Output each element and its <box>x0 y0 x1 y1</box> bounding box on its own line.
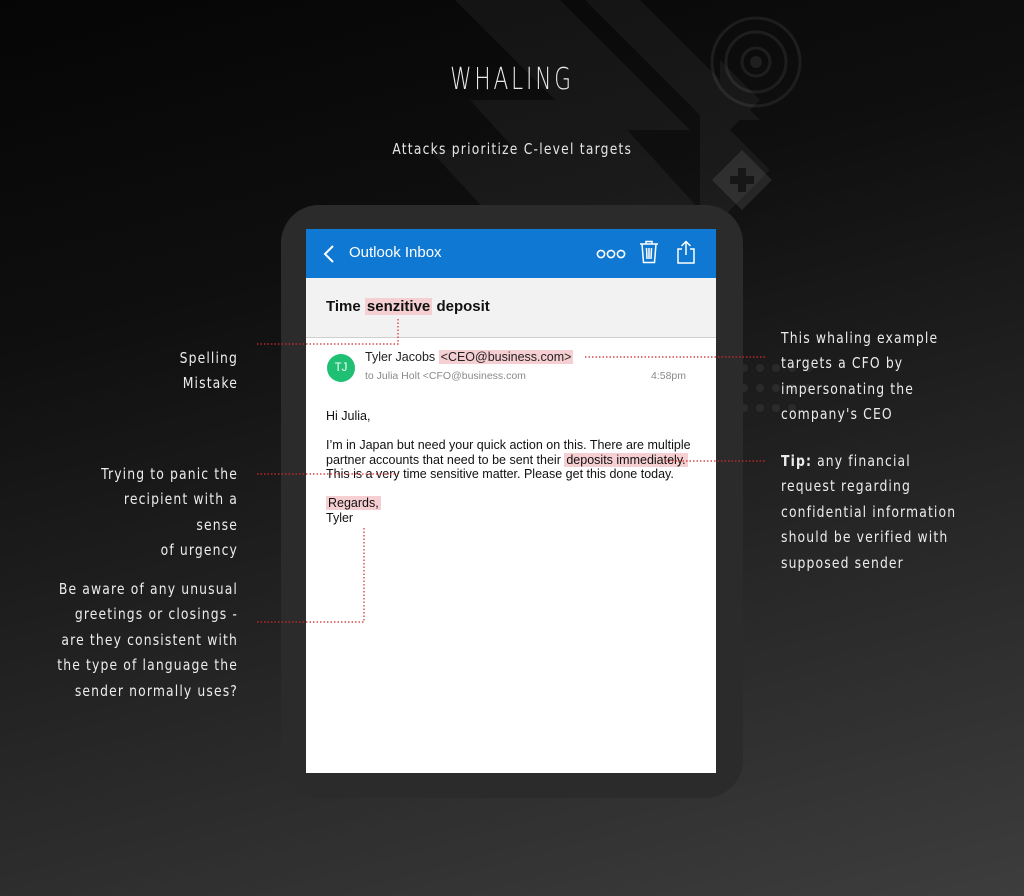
callout-line-spelling <box>257 318 399 345</box>
annotation-spelling: Spelling Mistake <box>179 348 238 393</box>
callout-line-greetings <box>257 527 365 623</box>
annotation-tip: Tip: any financial request regarding con… <box>781 423 1011 602</box>
tip-label: Tip: <box>781 451 813 470</box>
tip-text: any financial request regarding confiden… <box>781 451 957 572</box>
annotation-greetings: Be aware of any unusual greetings or clo… <box>57 579 238 700</box>
